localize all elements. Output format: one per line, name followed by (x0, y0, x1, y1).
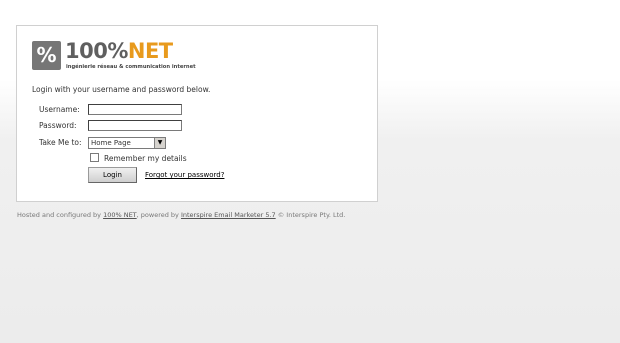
password-row: Password: (17, 120, 377, 132)
forgot-password-link[interactable]: Forgot your password? (145, 171, 224, 179)
logo-net: NET (127, 39, 173, 63)
footer-suffix: © Interspire Pty. Ltd. (275, 211, 346, 219)
remember-checkbox[interactable] (90, 153, 99, 162)
remember-label: Remember my details (104, 154, 187, 163)
footer-prefix: Hosted and configured by (17, 211, 104, 219)
product-link[interactable]: Interspire Email Marketer 5.7 (181, 211, 276, 219)
footer-mid: , powered by (136, 211, 181, 219)
logo-tagline: ingénierie réseau & communication intern… (66, 64, 196, 70)
username-input[interactable] (88, 104, 182, 115)
takeme-selected-value: Home Page (91, 139, 131, 147)
login-button[interactable]: Login (88, 167, 137, 183)
login-intro-text: Login with your username and password be… (32, 85, 211, 94)
logo-number: 100% (65, 39, 128, 63)
takeme-label: Take Me to: (39, 138, 82, 147)
takeme-row: Take Me to: Home Page ▼ (17, 137, 377, 149)
username-row: Username: (17, 104, 377, 116)
password-input[interactable] (88, 120, 182, 131)
remember-row: Remember my details (90, 153, 187, 163)
chevron-down-icon[interactable]: ▼ (154, 138, 165, 148)
brand-logo: % 100%NET ingénierie réseau & communicat… (32, 39, 207, 72)
takeme-select[interactable]: Home Page ▼ (88, 137, 166, 149)
footer-credits: Hosted and configured by 100% NET, power… (17, 211, 345, 219)
login-panel: % 100%NET ingénierie réseau & communicat… (16, 25, 378, 202)
username-label: Username: (39, 105, 80, 114)
host-link[interactable]: 100% NET (103, 211, 137, 219)
percent-logo-icon: % (32, 41, 61, 70)
logo-wordmark: 100%NET (65, 39, 173, 63)
password-label: Password: (39, 121, 77, 130)
